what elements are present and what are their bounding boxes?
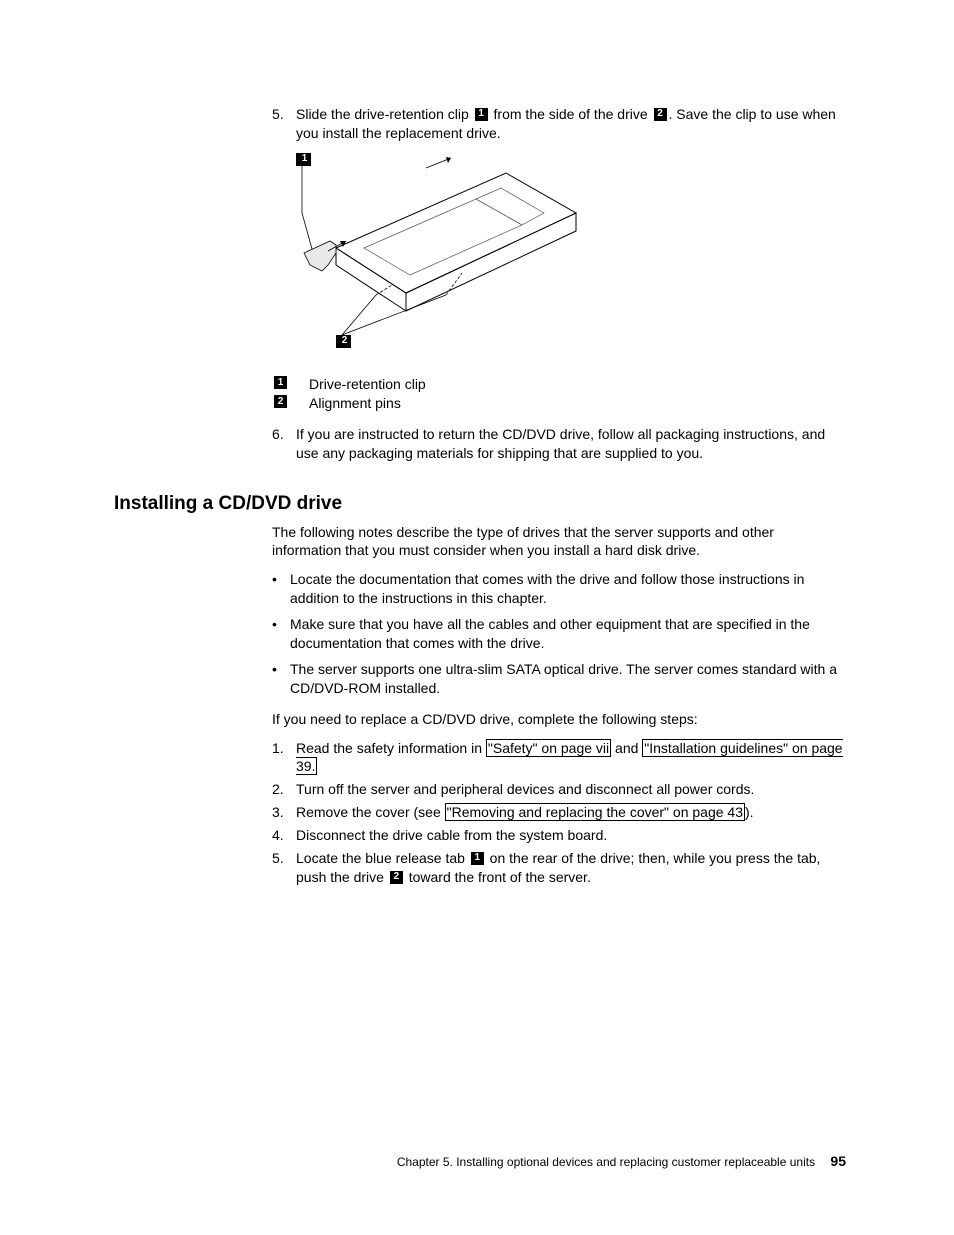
figure-legend: 1 Drive-retention clip 2 Alignment pins	[272, 376, 846, 411]
callout-2-icon: 2	[654, 108, 667, 121]
footer-chapter: Chapter 5. Installing optional devices a…	[397, 1155, 815, 1169]
callout-1-icon: 1	[475, 108, 488, 121]
legend-callout-1-icon: 1	[274, 376, 287, 389]
intro-paragraph: The following notes describe the type of…	[272, 523, 846, 561]
step-text: If you are instructed to return the CD/D…	[296, 425, 846, 463]
step-text: Turn off the server and peripheral devic…	[296, 780, 846, 799]
bullet-item: Make sure that you have all the cables a…	[290, 615, 846, 653]
figure-callout-2-icon: 2	[338, 335, 351, 348]
bullet-item: Locate the documentation that comes with…	[290, 570, 846, 608]
step-number: 2.	[272, 780, 296, 799]
step-number: 4.	[272, 826, 296, 845]
step-text: Remove the cover (see "Removing and repl…	[296, 803, 846, 822]
legend-callout-2-icon: 2	[274, 395, 287, 408]
step-text: Slide the drive-retention clip 1 from th…	[296, 105, 846, 143]
page-number: 95	[830, 1153, 846, 1169]
callout-1-icon: 1	[471, 852, 484, 865]
step-number: 1.	[272, 739, 296, 777]
safety-link[interactable]: "Safety" on page vii	[486, 739, 611, 757]
step-text: Read the safety information in "Safety" …	[296, 739, 846, 777]
legend-label-1: Drive-retention clip	[309, 376, 426, 392]
figure-callout-1-icon: 1	[298, 153, 311, 166]
step-number: 5.	[272, 105, 296, 143]
removing-cover-link[interactable]: "Removing and replacing the cover" on pa…	[445, 803, 745, 821]
step-number: 3.	[272, 803, 296, 822]
legend-label-2: Alignment pins	[309, 395, 401, 411]
step-text: Locate the blue release tab 1 on the rea…	[296, 849, 846, 887]
bullet-item: The server supports one ultra-slim SATA …	[290, 660, 846, 698]
step-number: 6.	[272, 425, 296, 463]
section-heading: Installing a CD/DVD drive	[114, 493, 846, 515]
step-number: 5.	[272, 849, 296, 887]
page-footer: Chapter 5. Installing optional devices a…	[397, 1153, 846, 1169]
replace-intro: If you need to replace a CD/DVD drive, c…	[272, 710, 846, 729]
callout-2-icon: 2	[390, 871, 403, 884]
step-text: Disconnect the drive cable from the syst…	[296, 826, 846, 845]
drive-retention-figure: 1 2	[296, 153, 846, 366]
